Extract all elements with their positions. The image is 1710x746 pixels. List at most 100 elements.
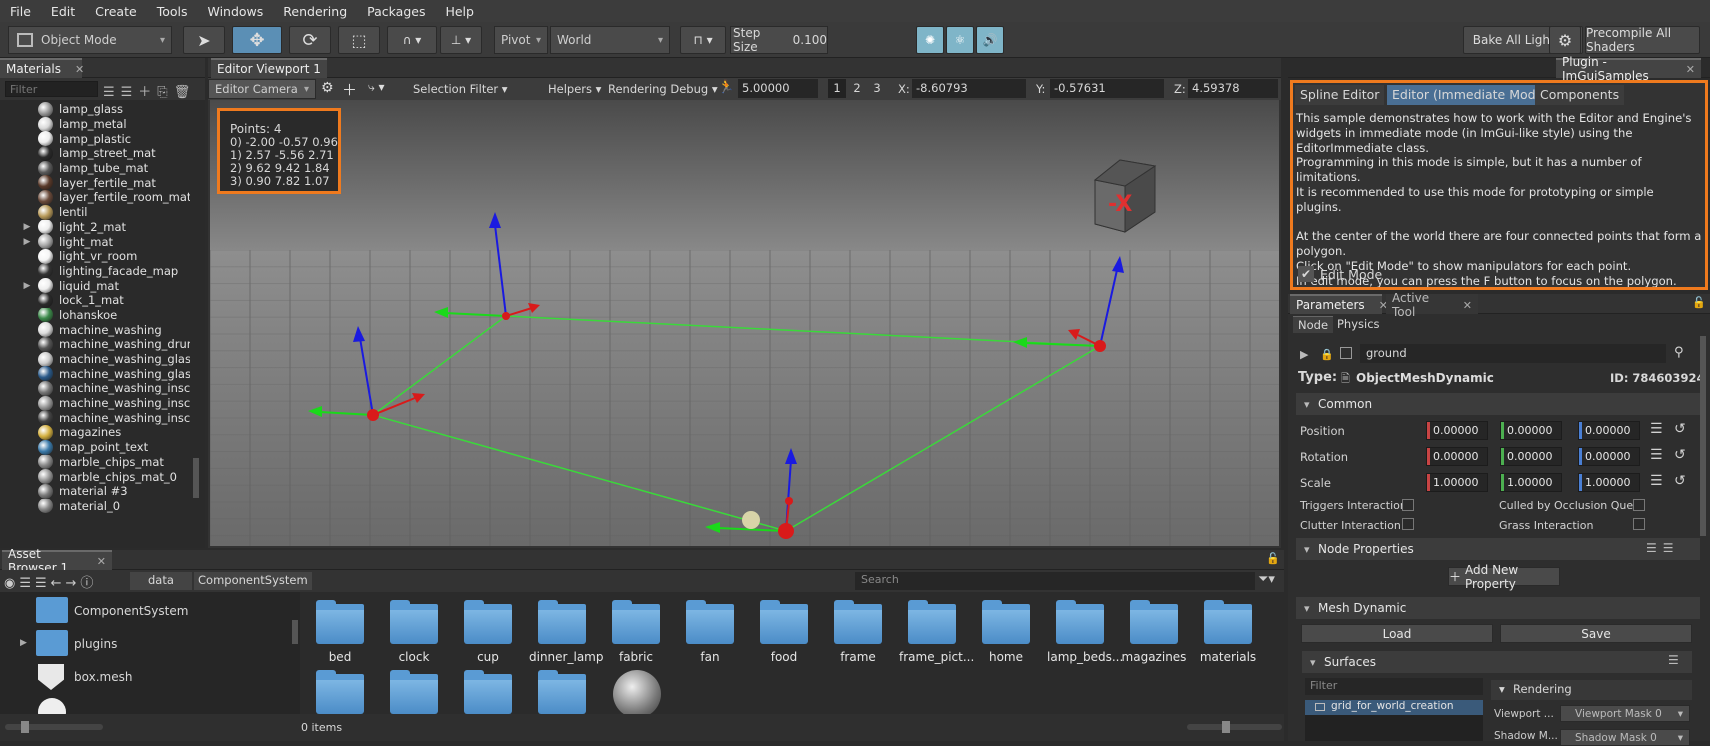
viewport-mask-dropdown[interactable]: Viewport Mask 0 ▾ <box>1560 705 1690 722</box>
menu-windows[interactable]: Windows <box>197 4 273 19</box>
add-new-property-button[interactable]: ＋ Add New Property <box>1448 563 1560 591</box>
asset-folder[interactable]: bed <box>307 600 373 664</box>
asset-folder[interactable]: frame <box>825 600 891 664</box>
menu-packages[interactable]: Packages <box>357 4 435 19</box>
material-item[interactable]: marble_chips_mat <box>0 454 190 470</box>
close-icon[interactable]: ✕ <box>1463 299 1472 312</box>
lock-icon[interactable]: 🔓 <box>1692 296 1706 309</box>
asset-folder[interactable]: fabric <box>603 600 669 664</box>
material-item[interactable]: lamp_street_mat <box>0 146 190 161</box>
tree-icons[interactable]: ☰☰ <box>1646 541 1680 555</box>
lighting-toggle[interactable]: ✺ <box>916 26 944 54</box>
z-coordinate-field[interactable]: 4.59378 <box>1188 79 1278 98</box>
sphere-preview-icon[interactable] <box>613 670 661 714</box>
active-tool-tab[interactable]: Active Tool ✕ <box>1386 291 1478 319</box>
node-subtab[interactable]: Node <box>1293 316 1334 333</box>
gear-icon[interactable]: ⚙ <box>321 80 334 96</box>
x-coordinate-field[interactable]: -8.60793 <box>912 79 1026 98</box>
expand-arrow-icon[interactable]: ▶ <box>18 222 36 232</box>
asset-folder[interactable] <box>307 670 373 714</box>
surface-item[interactable]: grid_for_world_creation <box>1305 700 1483 715</box>
expand-arrow-icon[interactable]: ▶ <box>18 237 36 247</box>
asset-folder[interactable]: materials <box>1195 600 1261 664</box>
asset-folder[interactable] <box>455 670 521 714</box>
menu-icon[interactable]: ☰ <box>1668 653 1679 667</box>
materials-tab[interactable]: Materials ✕ <box>0 58 84 78</box>
surfaces-header[interactable]: Surfaces <box>1302 651 1692 673</box>
rendering-section-header[interactable]: ▾ Rendering <box>1491 680 1692 700</box>
lock-icon[interactable]: 🔒 <box>1320 348 1334 361</box>
load-button[interactable]: Load <box>1301 624 1493 643</box>
tree-zoom-slider[interactable] <box>5 721 103 733</box>
parameters-scrollbar[interactable] <box>1700 336 1706 536</box>
asset-folder[interactable]: lamp_beds... <box>1047 600 1123 664</box>
asset-folder[interactable]: dinner_lamp <box>529 600 603 664</box>
precompile-shaders-button[interactable]: Precompile All Shaders <box>1585 26 1700 54</box>
select-tool-button[interactable]: ➤ <box>183 26 225 54</box>
icon-size-slider[interactable] <box>1187 721 1282 733</box>
scrollbar-thumb[interactable] <box>193 458 199 498</box>
search-icon[interactable]: ⚲ <box>1674 345 1684 360</box>
settings-button[interactable]: ⚙ <box>1549 26 1581 54</box>
view-3-button[interactable]: 3 <box>868 79 886 98</box>
plus-icon[interactable]: ＋ <box>342 79 357 100</box>
asset-folder[interactable]: clock <box>381 600 447 664</box>
grass-interaction-checkbox[interactable] <box>1633 518 1645 530</box>
transform-value-field[interactable]: 0.00000 <box>1500 421 1562 440</box>
reset-icon[interactable]: ↺ <box>1674 447 1686 463</box>
view-2-button[interactable]: 2 <box>848 79 866 98</box>
expand-arrow-icon[interactable]: ▶ <box>18 281 36 291</box>
menu-help[interactable]: Help <box>435 4 484 19</box>
plugin-tab[interactable]: Plugin - ImGuiSamples ✕ <box>1556 55 1701 83</box>
mesh-dynamic-header[interactable]: Mesh Dynamic <box>1296 597 1700 619</box>
slider-handle[interactable] <box>21 721 29 733</box>
rendering-debug-dropdown[interactable]: Rendering Debug ▾ <box>608 82 718 96</box>
material-item[interactable]: lamp_metal <box>0 116 190 132</box>
snap-surface-button[interactable]: ∩ ▾ <box>387 26 437 54</box>
transform-value-field[interactable]: 0.00000 <box>1578 421 1640 440</box>
transform-value-field[interactable]: 1.00000 <box>1578 473 1640 492</box>
asset-folder[interactable]: home <box>973 600 1039 664</box>
step-size-field[interactable]: Step Size 0.100 <box>730 26 828 54</box>
asset-folder[interactable]: magazines <box>1121 600 1187 664</box>
material-item[interactable]: material #3 <box>0 483 190 499</box>
physics-toggle[interactable]: ⚛ <box>946 26 974 54</box>
nav-icons[interactable]: ◉☰☰←→ⓘ <box>4 572 97 591</box>
lock-icon[interactable]: 🔓 <box>1266 552 1280 565</box>
material-item[interactable]: lamp_glass <box>0 102 190 117</box>
viewport-tab[interactable]: Editor Viewport 1 <box>211 58 327 78</box>
asset-folder[interactable] <box>381 670 447 714</box>
expand-arrow-icon[interactable]: ▶ <box>20 638 27 648</box>
asset-folder[interactable]: frame_pict... <box>899 600 974 664</box>
menu-file[interactable]: File <box>0 4 41 19</box>
close-icon[interactable]: ✕ <box>75 63 84 76</box>
node-name-field[interactable]: ground <box>1360 344 1666 363</box>
transform-value-field[interactable]: 0.00000 <box>1426 447 1488 466</box>
tree-componentsystem[interactable]: ComponentSystem <box>74 604 188 618</box>
menu-icon[interactable]: ☰ <box>1650 473 1663 489</box>
triggers-interaction-checkbox[interactable] <box>1402 499 1414 511</box>
asset-folder[interactable] <box>529 670 595 714</box>
view-1-button[interactable]: 1 <box>828 79 846 98</box>
menu-icon[interactable]: ☰ <box>1650 447 1663 463</box>
material-item[interactable]: lock_1_mat <box>0 292 190 308</box>
camera-speed-field[interactable]: 5.00000 <box>738 79 818 98</box>
shadow-mask-dropdown[interactable]: Shadow Mask 0 ▾ <box>1560 729 1690 746</box>
transform-value-field[interactable]: 0.00000 <box>1578 447 1640 466</box>
asset-folder[interactable]: food <box>751 600 817 664</box>
material-item[interactable]: material_0 <box>0 498 190 514</box>
material-item[interactable]: marble_chips_mat_0 <box>0 469 190 484</box>
tab-editor-immediate-mode[interactable]: Editor (Immediate Mode) <box>1387 85 1554 105</box>
materials-filter-input[interactable] <box>5 81 98 97</box>
snap-magnet-button[interactable]: ⊓ ▾ <box>680 26 726 54</box>
pivot-dropdown[interactable]: Pivot <box>494 26 548 54</box>
world-space-dropdown[interactable]: World <box>550 26 670 54</box>
physics-subtab[interactable]: Physics <box>1332 316 1385 332</box>
tab-components[interactable]: Components <box>1535 85 1625 105</box>
transform-value-field[interactable]: 1.00000 <box>1500 473 1562 492</box>
y-coordinate-field[interactable]: -0.57631 <box>1050 79 1164 98</box>
tree-scrollbar[interactable] <box>292 620 298 644</box>
material-item[interactable]: layer_fertile_mat <box>0 175 190 191</box>
material-item[interactable]: ▶ light_mat <box>0 234 190 249</box>
reset-icon[interactable]: ↺ <box>1674 473 1686 489</box>
